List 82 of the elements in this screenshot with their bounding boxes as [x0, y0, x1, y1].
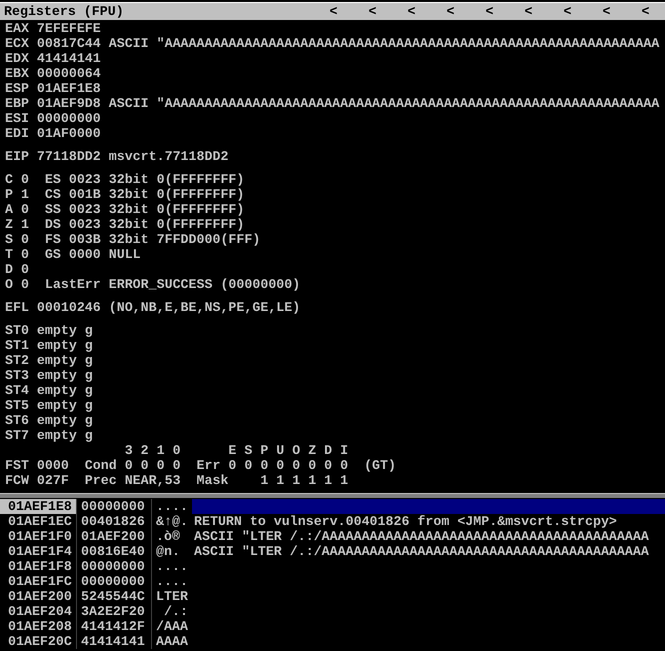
register-line: EAX 7EFEFEFE — [5, 21, 101, 36]
stack-ascii: AAAA — [155, 634, 189, 649]
stack-value: 00000000 — [77, 574, 152, 589]
stack-address: 01AEF208 — [0, 619, 77, 634]
register-line: FCW 027F Prec NEAR,53 Mask 1 1 1 1 1 1 — [5, 473, 348, 488]
register-line: ESI 00000000 — [5, 111, 101, 126]
stack-value: 01AEF200 — [77, 529, 152, 544]
register-line: S 0 FS 003B 32bit 7FFDD000(FFF) — [5, 232, 260, 247]
stack-comment: RETURN to vulnserv.00401826 from <JMP.&msvcrt.strcpy> — [193, 514, 617, 529]
collapse-arrow-button[interactable]: < — [509, 4, 548, 19]
register-line: ST0 empty g — [5, 323, 93, 338]
register-line: ST2 empty g — [5, 353, 93, 368]
register-line: O 0 LastErr ERROR_SUCCESS (00000000) — [5, 277, 300, 292]
collapse-arrow-button[interactable]: < — [314, 4, 353, 19]
stack-value: 00000000 — [77, 499, 152, 514]
stack-address: 01AEF1E8 — [0, 499, 77, 514]
stack-ascii: .ò® — [155, 529, 181, 544]
stack-address: 01AEF1F8 — [0, 559, 77, 574]
register-line: 3 2 1 0 E S P U O Z D I — [124, 443, 348, 458]
register-line: FST 0000 Cond 0 0 0 0 Err 0 0 0 0 0 0 0 0 (GT) — [5, 458, 396, 473]
stack-address: 01AEF1F4 — [0, 544, 77, 559]
register-line: ST5 empty g — [5, 398, 93, 413]
register-line: ST7 empty g — [5, 428, 93, 443]
register-line: EIP 77118DD2 msvcrt.77118DD2 — [5, 149, 228, 164]
register-line: A 0 SS 0023 32bit 0(FFFFFFFF) — [5, 202, 244, 217]
stack-row[interactable]: 01AEF1F4 00816E40 @n. ASCII "LTER /.:/AAAAAAAAAAAAAAAAAAAAAAAAAAAAAAAAAAAAAAAAA — [0, 544, 665, 559]
stack-ascii: .... — [155, 574, 189, 589]
stack-address: 01AEF20C — [0, 634, 77, 649]
stack-comment: ASCII "LTER /.:/AAAAAAAAAAAAAAAAAAAAAAAAAAAAAAAAAAAAAAAAA — [193, 544, 649, 559]
stack-comment: ASCII "LTER /.:/AAAAAAAAAAAAAAAAAAAAAAAAAAAAAAAAAAAAAAAAA — [193, 529, 649, 544]
stack-ascii: .... — [155, 499, 189, 514]
stack-value: 4141412F — [77, 619, 152, 634]
stack-value: 3A2E2F20 — [77, 604, 152, 619]
stack-ascii: LTER — [155, 589, 189, 604]
register-line: ESP 01AEF1E8 — [5, 81, 101, 96]
register-line: ECX 00817C44 ASCII "AAAAAAAAAAAAAAAAAAAAAAAAAAAAAAAAAAAAAAAAAAAAAAAAAAAAAAAAAAAAAA — [5, 36, 660, 51]
stack-address: 01AEF200 — [0, 589, 77, 604]
panel-title: Registers (FPU) — [3, 4, 124, 19]
stack-value: 5245544C — [77, 589, 152, 604]
stack-ascii: .... — [155, 559, 189, 574]
register-line: EFL 00010246 (NO,NB,E,BE,NS,PE,GE,LE) — [5, 300, 300, 315]
register-line: C 0 ES 0023 32bit 0(FFFFFFFF) — [5, 172, 244, 187]
register-line: ST3 empty g — [5, 368, 93, 383]
stack-row[interactable]: 01AEF1F8 00000000 .... — [0, 559, 665, 574]
stack-address: 01AEF204 — [0, 604, 77, 619]
collapse-arrow-button[interactable]: < — [626, 4, 665, 19]
collapse-arrow-button[interactable]: < — [587, 4, 626, 19]
collapse-arrow-button[interactable]: < — [392, 4, 431, 19]
collapse-arrow-button[interactable]: < — [548, 4, 587, 19]
register-line: EDX 41414141 — [5, 51, 101, 66]
stack-ascii: &↑@. — [155, 514, 189, 529]
collapse-arrow-button[interactable]: < — [431, 4, 470, 19]
register-line: P 1 CS 001B 32bit 0(FFFFFFFF) — [5, 187, 244, 202]
stack-row-selected[interactable]: 01AEF1E8 00000000 .... — [0, 499, 665, 514]
stack-row[interactable]: 01AEF204 3A2E2F20 /.: — [0, 604, 665, 619]
stack-address: 01AEF1F0 — [0, 529, 77, 544]
stack-address: 01AEF1FC — [0, 574, 77, 589]
stack-row[interactable]: 01AEF200 5245544C LTER — [0, 589, 665, 604]
register-line: D 0 — [5, 262, 29, 277]
stack-address: 01AEF1EC — [0, 514, 77, 529]
register-line: EBX 00000064 — [5, 66, 101, 81]
stack-row[interactable]: 01AEF208 4141412F /AAA — [0, 619, 665, 634]
stack-ascii: @n. — [155, 544, 181, 559]
register-line: T 0 GS 0000 NULL — [5, 247, 141, 262]
stack-row[interactable]: 01AEF1EC 00401826 &↑@. RETURN to vulnserv.00401826 from <JMP.&msvcrt.strcpy> — [0, 514, 665, 529]
register-line: EDI 01AF0000 — [5, 126, 101, 141]
stack-ascii: /.: — [162, 604, 189, 619]
register-line: ST1 empty g — [5, 338, 93, 353]
stack-row[interactable]: 01AEF20C 41414141 AAAA — [0, 634, 665, 649]
collapse-arrow-button[interactable]: < — [470, 4, 509, 19]
stack-row[interactable]: 01AEF1FC 00000000 .... — [0, 574, 665, 589]
register-line: EBP 01AEF9D8 ASCII "AAAAAAAAAAAAAAAAAAAAAAAAAAAAAAAAAAAAAAAAAAAAAAAAAAAAAAAAAAAAAA — [5, 96, 660, 111]
stack-value: 00401826 — [77, 514, 152, 529]
register-line: ST6 empty g — [5, 413, 93, 428]
stack-value: 41414141 — [77, 634, 152, 649]
stack-value: 00000000 — [77, 559, 152, 574]
stack-ascii: /AAA — [155, 619, 189, 634]
register-line: ST4 empty g — [5, 383, 93, 398]
collapse-arrow-button[interactable]: < — [353, 4, 392, 19]
register-line: Z 1 DS 0023 32bit 0(FFFFFFFF) — [5, 217, 244, 232]
stack-value: 00816E40 — [77, 544, 152, 559]
stack-row[interactable]: 01AEF1F0 01AEF200 .ò® ASCII "LTER /.:/AAAAAAAAAAAAAAAAAAAAAAAAAAAAAAAAAAAAAAAAA — [0, 529, 665, 544]
